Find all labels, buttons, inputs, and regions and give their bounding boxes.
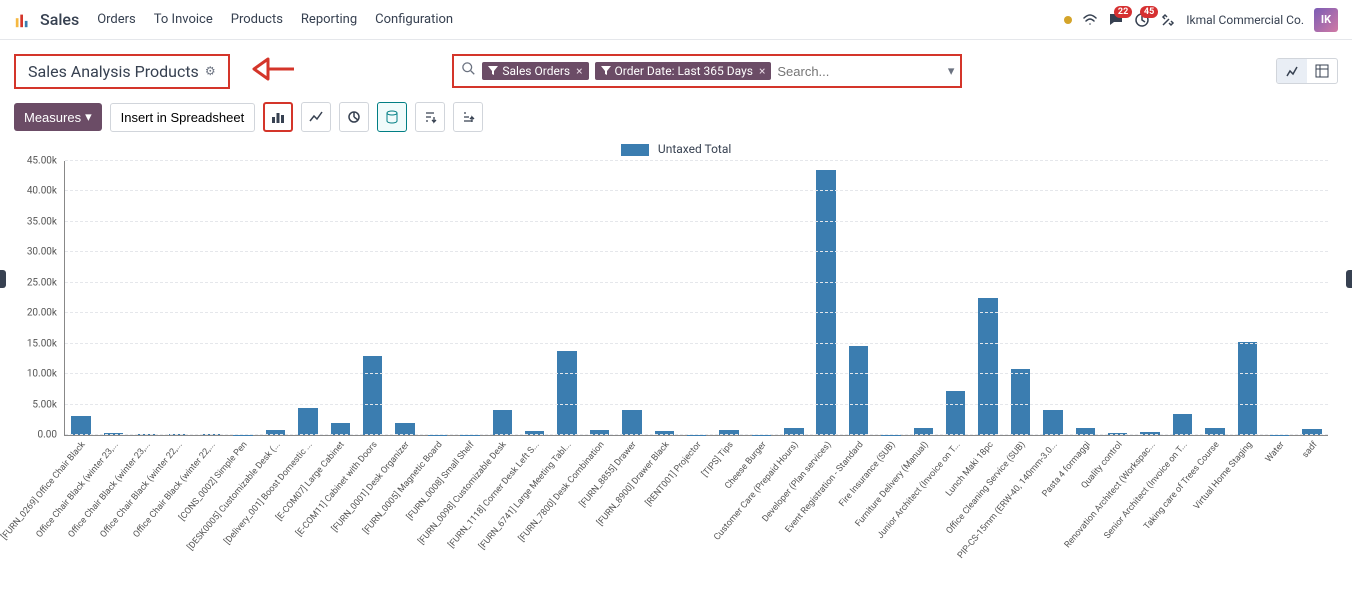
search-icon[interactable]: [462, 62, 476, 80]
x-tick-label: Virtual Home Staging: [1192, 440, 1254, 512]
bar[interactable]: [946, 391, 965, 435]
y-tick-label: 35.00k: [27, 216, 57, 227]
chat-badge: 22: [1114, 6, 1132, 18]
x-tick-label: [RENT001] Projector: [644, 440, 704, 508]
sort-asc-button[interactable]: [453, 102, 483, 132]
chart-toolbar: Measures ▾ Insert in Spreadsheet: [0, 94, 1352, 142]
measures-button[interactable]: Measures ▾: [14, 103, 102, 131]
nav-to-invoice[interactable]: To Invoice: [154, 12, 213, 27]
search-input[interactable]: [777, 64, 960, 79]
filter-pill-sales-orders[interactable]: Sales Orders ×: [482, 62, 588, 80]
control-row: Sales Analysis Products ⚙ Sales Orders ×…: [0, 40, 1352, 94]
bar[interactable]: [622, 410, 641, 435]
pie-chart-button[interactable]: [339, 102, 369, 132]
y-tick-label: 40.00k: [27, 186, 57, 197]
sort-desc-button[interactable]: [415, 102, 445, 132]
bar[interactable]: [298, 408, 317, 435]
x-tick-label: [TIPS] Tips: [701, 440, 736, 479]
bar[interactable]: [493, 410, 512, 435]
nav-products[interactable]: Products: [231, 12, 283, 27]
y-tick-label: 5.00k: [32, 399, 57, 410]
bar-chart-button[interactable]: [263, 102, 293, 132]
legend-swatch: [621, 144, 649, 156]
nav-reporting[interactable]: Reporting: [301, 12, 357, 27]
bar[interactable]: [557, 351, 576, 435]
search-box[interactable]: Sales Orders × Order Date: Last 365 Days…: [452, 54, 962, 88]
bar[interactable]: [816, 170, 835, 435]
chart-area: Untaxed Total 0.005.00k10.00k15.00k20.00…: [0, 142, 1352, 436]
y-tick-label: 45.00k: [27, 156, 57, 167]
right-edge-handle[interactable]: [1346, 270, 1352, 288]
filter-label: Sales Orders: [502, 64, 570, 78]
page-title[interactable]: Sales Analysis Products ⚙: [14, 54, 230, 89]
bar[interactable]: [978, 298, 997, 435]
company-name[interactable]: Ikmal Commercial Co.: [1186, 13, 1304, 27]
chart-legend: Untaxed Total: [14, 142, 1338, 157]
bar[interactable]: [1173, 414, 1192, 435]
view-pivot-button[interactable]: [1307, 59, 1337, 83]
funnel-icon: [601, 66, 611, 76]
y-tick-label: 15.00k: [27, 338, 57, 349]
filter-remove-icon[interactable]: ×: [576, 64, 582, 78]
insert-spreadsheet-button[interactable]: Insert in Spreadsheet: [110, 103, 256, 132]
line-chart-button[interactable]: [301, 102, 331, 132]
filter-remove-icon[interactable]: ×: [759, 64, 765, 78]
bar[interactable]: [1043, 410, 1062, 435]
page-title-text: Sales Analysis Products: [28, 62, 199, 81]
chevron-down-icon: ▾: [85, 109, 92, 125]
chat-icon[interactable]: 22: [1108, 12, 1124, 28]
annotation-arrow-icon: [252, 52, 296, 90]
y-tick-label: 10.00k: [27, 369, 57, 380]
search-caret-icon[interactable]: ▾: [948, 64, 955, 79]
x-tick-label: sadf: [1300, 440, 1319, 460]
view-switcher: [1276, 58, 1338, 84]
x-tick-label: Water: [1264, 440, 1287, 464]
bar[interactable]: [71, 416, 90, 435]
gear-icon[interactable]: ⚙: [205, 64, 216, 78]
user-avatar[interactable]: IK: [1314, 8, 1338, 32]
x-tick-label: Fire Insurance (SUB): [838, 440, 898, 509]
stacked-button[interactable]: [377, 102, 407, 132]
chart-plot: 0.005.00k10.00k15.00k20.00k25.00k30.00k3…: [64, 161, 1328, 436]
nav-orders[interactable]: Orders: [97, 12, 136, 27]
funnel-icon: [488, 66, 498, 76]
view-graph-button[interactable]: [1277, 59, 1307, 83]
top-nav: Sales Orders To Invoice Products Reporti…: [0, 0, 1352, 40]
filter-pill-order-date[interactable]: Order Date: Last 365 Days ×: [595, 62, 772, 80]
y-tick-label: 25.00k: [27, 277, 57, 288]
bar[interactable]: [1011, 369, 1030, 435]
brand-title[interactable]: Sales: [40, 10, 79, 29]
left-edge-handle[interactable]: [0, 270, 6, 288]
app-logo-icon: [14, 11, 32, 29]
x-tick-label: [FURN_8855] Drawer: [578, 440, 639, 510]
bar[interactable]: [363, 356, 382, 435]
status-dot-icon[interactable]: [1064, 16, 1072, 24]
nav-configuration[interactable]: Configuration: [375, 12, 453, 27]
bar[interactable]: [849, 346, 868, 435]
legend-label: Untaxed Total: [658, 142, 731, 156]
wifi-icon[interactable]: [1082, 12, 1098, 28]
clock-icon[interactable]: 45: [1134, 12, 1150, 28]
y-tick-label: 0.00: [38, 430, 58, 441]
filter-label: Order Date: Last 365 Days: [615, 64, 753, 78]
clock-badge: 45: [1140, 6, 1158, 18]
y-tick-label: 30.00k: [27, 247, 57, 258]
bar[interactable]: [1238, 342, 1257, 435]
y-tick-label: 20.00k: [27, 308, 57, 319]
tools-icon[interactable]: [1160, 12, 1176, 28]
